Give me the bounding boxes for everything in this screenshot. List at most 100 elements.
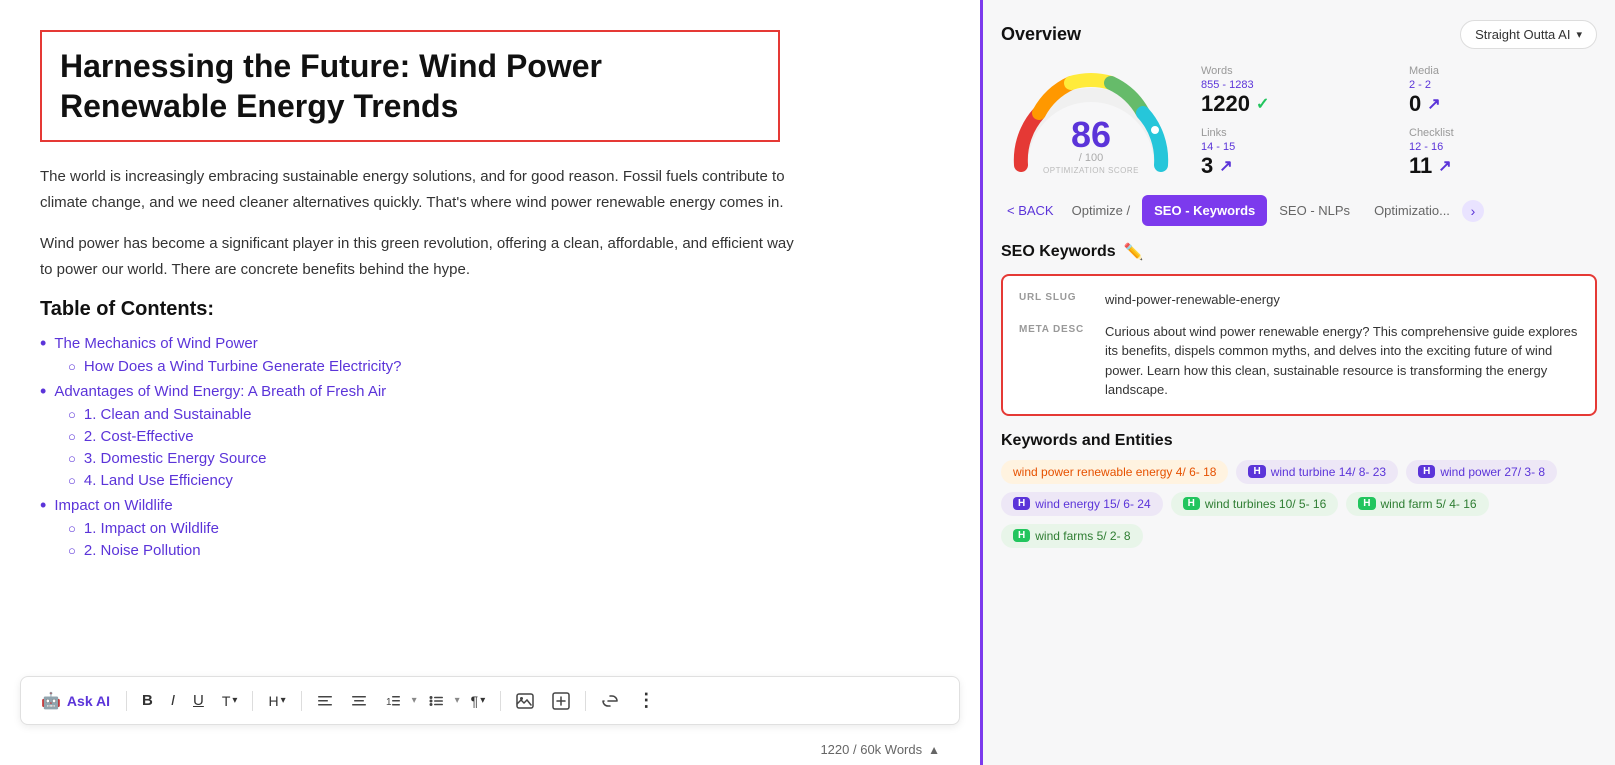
- meta-desc-row: META DESC Curious about wind power renew…: [1019, 322, 1579, 400]
- checklist-range: 12 - 16: [1409, 141, 1597, 153]
- gauge-stats-container: 86 / 100 OPTIMIZATION SCORE Words 855 - …: [1001, 65, 1597, 179]
- tab-back-button[interactable]: < BACK: [1001, 195, 1060, 226]
- word-count-bar: 1220 / 60k Words ▲: [820, 742, 940, 757]
- template-select-button[interactable]: Straight Outta AI ▾: [1460, 20, 1597, 49]
- keyword-tag[interactable]: Hwind turbines 10/ 5- 16: [1171, 492, 1339, 516]
- editor-content[interactable]: Harnessing the Future: Wind Power Renewa…: [0, 0, 980, 765]
- list-item: The Mechanics of Wind Power How Does a W…: [40, 333, 940, 375]
- toc-link-noise[interactable]: 2. Noise Pollution: [68, 542, 940, 559]
- toc-link-wildlife[interactable]: 1. Impact on Wildlife: [68, 520, 940, 537]
- more-options-button[interactable]: ⋮: [630, 685, 662, 716]
- tab-optimize[interactable]: Optimize /: [1060, 195, 1143, 226]
- heading-button[interactable]: H ▾: [261, 688, 292, 714]
- list-item: 2. Cost-Effective: [68, 428, 940, 445]
- add-element-button[interactable]: [545, 687, 577, 715]
- tab-seo-keywords[interactable]: SEO - Keywords: [1142, 195, 1267, 226]
- list-item: How Does a Wind Turbine Generate Electri…: [68, 358, 940, 375]
- arrow-up-icon: ↗: [1427, 94, 1440, 114]
- unordered-list-button[interactable]: [421, 688, 451, 714]
- toc-link-domestic[interactable]: 3. Domestic Energy Source: [68, 450, 940, 467]
- media-value: 0 ↗: [1409, 91, 1597, 117]
- list-item: 4. Land Use Efficiency: [68, 472, 940, 489]
- divider: [301, 691, 302, 711]
- keyword-tag[interactable]: wind power renewable energy 4/ 6- 18: [1001, 460, 1228, 484]
- list-item: 1. Clean and Sustainable: [68, 406, 940, 423]
- divider: [252, 691, 253, 711]
- text-style-button[interactable]: T ▾: [215, 688, 245, 714]
- arrow-up-icon: ↗: [1219, 156, 1232, 176]
- italic-button[interactable]: I: [164, 687, 182, 714]
- keyword-tag[interactable]: Hwind turbine 14/ 8- 23: [1236, 460, 1398, 484]
- checklist-value: 11 ↗: [1409, 153, 1597, 179]
- keywords-section: Keywords and Entities wind power renewab…: [1001, 432, 1597, 548]
- toc-link-cost[interactable]: 2. Cost-Effective: [68, 428, 940, 445]
- link-button[interactable]: [594, 689, 626, 713]
- title-box[interactable]: Harnessing the Future: Wind Power Renewa…: [40, 30, 780, 142]
- list-item: 3. Domestic Energy Source: [68, 450, 940, 467]
- words-value: 1220 ✓: [1201, 91, 1389, 117]
- align-center-button[interactable]: [344, 688, 374, 714]
- ask-ai-label: Ask AI: [67, 693, 110, 709]
- keyword-tag[interactable]: Hwind farms 5/ 2- 8: [1001, 524, 1143, 548]
- tabs-row: < BACK Optimize / SEO - Keywords SEO - N…: [1001, 195, 1597, 226]
- toc-link-turbine[interactable]: How Does a Wind Turbine Generate Electri…: [68, 358, 940, 375]
- template-label: Straight Outta AI: [1475, 27, 1570, 42]
- toc-sub-advantages: 1. Clean and Sustainable 2. Cost-Effecti…: [40, 406, 940, 489]
- media-label: Media: [1409, 65, 1597, 77]
- tab-more-button[interactable]: ›: [1462, 200, 1484, 222]
- article-title: Harnessing the Future: Wind Power Renewa…: [60, 46, 760, 126]
- underline-button[interactable]: U: [186, 687, 211, 714]
- intro-paragraph-1: The world is increasingly embracing sust…: [40, 164, 800, 215]
- seo-keywords-box: URL SLUG wind-power-renewable-energy MET…: [1001, 274, 1597, 416]
- links-label: Links: [1201, 127, 1389, 139]
- keyword-tag[interactable]: Hwind power 27/ 3- 8: [1406, 460, 1557, 484]
- tab-seo-nlps[interactable]: SEO - NLPs: [1267, 195, 1362, 226]
- list-item: Impact on Wildlife 1. Impact on Wildlife…: [40, 495, 940, 559]
- words-label: Words: [1201, 65, 1389, 77]
- links-stat: Links 14 - 15 3 ↗: [1201, 127, 1389, 179]
- links-range: 14 - 15: [1201, 141, 1389, 153]
- toc-link-land[interactable]: 4. Land Use Efficiency: [68, 472, 940, 489]
- tab-optimization[interactable]: Optimizatio...: [1362, 195, 1462, 226]
- toc-link-mechanics[interactable]: The Mechanics of Wind Power: [40, 333, 940, 354]
- meta-desc-value: Curious about wind power renewable energ…: [1105, 322, 1579, 400]
- links-value: 3 ↗: [1201, 153, 1389, 179]
- toc-sub-impact: 1. Impact on Wildlife 2. Noise Pollution: [40, 520, 940, 559]
- intro-paragraph-2: Wind power has become a significant play…: [40, 231, 800, 282]
- list-chevron: ▾: [412, 695, 417, 706]
- toc-link-clean[interactable]: 1. Clean and Sustainable: [68, 406, 940, 423]
- stats-grid: Words 855 - 1283 1220 ✓ Media 2 - 2 0 ↗ …: [1201, 65, 1597, 179]
- paragraph-button[interactable]: ¶ ▾: [464, 688, 493, 714]
- toc-link-advantages[interactable]: Advantages of Wind Energy: A Breath of F…: [40, 381, 940, 402]
- align-left-button[interactable]: [310, 688, 340, 714]
- keywords-section-title: Keywords and Entities: [1001, 432, 1597, 450]
- keyword-tag[interactable]: Hwind energy 15/ 6- 24: [1001, 492, 1163, 516]
- overview-header: Overview Straight Outta AI ▾: [1001, 20, 1597, 49]
- list-item: 2. Noise Pollution: [68, 542, 940, 559]
- word-count-value: 1220 / 60k Words: [820, 742, 922, 757]
- keyword-tag[interactable]: Hwind farm 5/ 4- 16: [1346, 492, 1488, 516]
- divider: [126, 691, 127, 711]
- list-item: 1. Impact on Wildlife: [68, 520, 940, 537]
- toc-link-impact[interactable]: Impact on Wildlife: [40, 495, 940, 516]
- svg-text:/ 100: / 100: [1079, 152, 1103, 164]
- checklist-stat: Checklist 12 - 16 11 ↗: [1409, 127, 1597, 179]
- ordered-list-button[interactable]: 1.: [378, 688, 408, 714]
- toc-heading: Table of Contents:: [40, 298, 940, 321]
- ask-ai-button[interactable]: 🤖 Ask AI: [33, 687, 118, 715]
- words-stat: Words 855 - 1283 1220 ✓: [1201, 65, 1389, 117]
- overview-title: Overview: [1001, 24, 1081, 45]
- svg-text:1.: 1.: [386, 697, 394, 708]
- image-button[interactable]: [509, 688, 541, 714]
- divider: [585, 691, 586, 711]
- check-icon: ✓: [1256, 94, 1269, 114]
- seo-keywords-section-title: SEO Keywords ✏️: [1001, 242, 1597, 262]
- edit-pencil-icon[interactable]: ✏️: [1124, 242, 1144, 262]
- ai-icon: 🤖: [41, 691, 61, 711]
- formatting-toolbar: 🤖 Ask AI B I U T ▾ H ▾ 1. ▾ ▾ ¶ ▾: [20, 676, 960, 725]
- meta-desc-label: META DESC: [1019, 322, 1091, 400]
- url-slug-row: URL SLUG wind-power-renewable-energy: [1019, 290, 1579, 310]
- words-range: 855 - 1283: [1201, 79, 1389, 91]
- editor-panel: Harnessing the Future: Wind Power Renewa…: [0, 0, 980, 765]
- bold-button[interactable]: B: [135, 687, 160, 714]
